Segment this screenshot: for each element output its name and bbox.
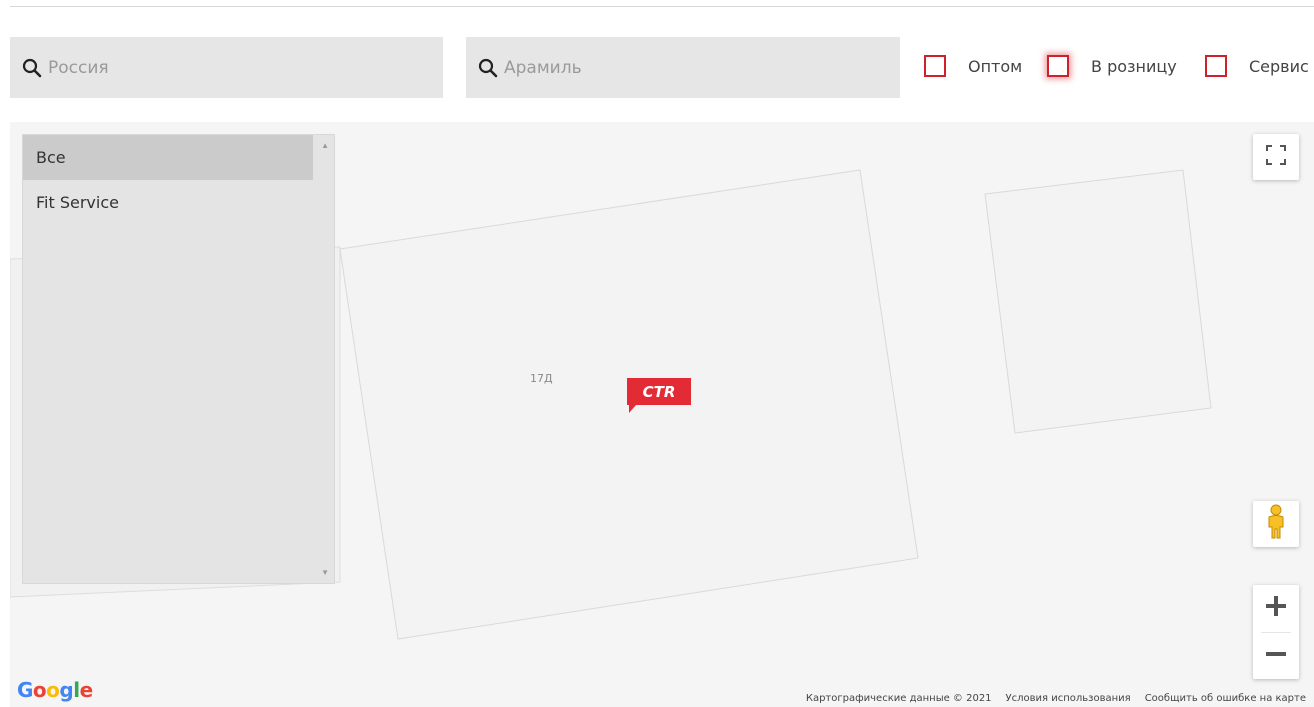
top-divider [10,6,1314,7]
city-search-input[interactable] [504,57,864,78]
fullscreen-icon [1265,144,1287,171]
fullscreen-button[interactable] [1253,134,1299,180]
wholesale-checkbox[interactable] [924,55,946,77]
city-search-box[interactable] [466,37,900,98]
dealer-list-item-fit-service[interactable]: Fit Service [23,180,313,225]
zoom-in-button[interactable] [1253,585,1299,632]
retail-label: В розницу [1091,56,1177,76]
scroll-down-arrow-icon[interactable]: ▼ [321,568,329,577]
search-icon [22,58,42,78]
map-data-attribution: Картографические данные © 2021 [805,693,992,704]
google-logo[interactable]: Google [17,678,93,702]
zoom-out-button[interactable] [1253,633,1299,680]
zoom-out-icon [1266,644,1286,669]
ctr-location-marker[interactable]: CTR [627,378,691,419]
street-view-button[interactable] [1253,501,1299,547]
scroll-up-arrow-icon[interactable]: ▲ [321,141,329,150]
retail-checkbox[interactable] [1047,55,1069,77]
zoom-in-icon [1266,596,1286,621]
service-label: Сервис [1249,56,1309,76]
search-icon [478,58,498,78]
report-error-link[interactable]: Сообщить об ошибке на карте [1145,693,1306,704]
zoom-controls [1253,585,1299,679]
dealer-list-item-all[interactable]: Все [23,135,313,180]
country-search-box[interactable] [10,37,443,98]
building-shape-right [984,169,1212,434]
service-checkbox[interactable] [1205,55,1227,77]
wholesale-label: Оптом [968,56,1023,76]
dealer-list[interactable]: Все Fit Service ▲ ▼ [22,134,335,584]
filter-service[interactable]: Сервис [1205,55,1309,77]
building-number-label: 17Д [530,372,553,385]
country-search-input[interactable] [48,57,408,78]
map-footer: Картографические данные © 2021 Условия и… [685,690,1314,707]
terms-of-use-link[interactable]: Условия использования [1006,693,1131,704]
marker-text: CTR [643,383,676,401]
filter-retail[interactable]: В розницу [1047,55,1177,77]
map-canvas[interactable]: Все Fit Service ▲ ▼ 17Д CTR Google Карто… [10,122,1314,707]
pegman-icon [1266,504,1286,545]
filter-wholesale[interactable]: Оптом [924,55,1022,77]
